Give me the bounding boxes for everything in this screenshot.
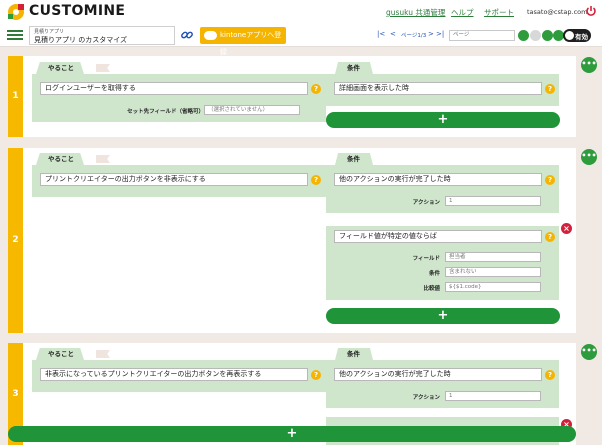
top-bar: CUSTOMINE gusuku 共通管理 ヘルプ サポート tasato@cs… bbox=[0, 0, 602, 24]
condition-tab: 条件 bbox=[335, 153, 373, 165]
param-input[interactable]: 担当者 bbox=[445, 252, 541, 262]
rule-number: 1 bbox=[8, 56, 23, 137]
rule-card: 1 やること ログインユーザーを取得する ? セット先フィールド（省略可） （選… bbox=[8, 56, 576, 137]
toggle-label: 有効 bbox=[575, 33, 588, 41]
set-field-select[interactable]: （選択されていません） bbox=[204, 105, 300, 115]
param-label: フィールド bbox=[412, 256, 440, 262]
user-email[interactable]: tasato@cstap.com bbox=[527, 8, 588, 16]
rule-menu-button[interactable]: ••• bbox=[581, 57, 597, 73]
first-page-button[interactable]: |< bbox=[377, 30, 385, 38]
set-field-label: セット先フィールド（省略可） bbox=[127, 109, 204, 115]
app-name: 見積りアプリ のカスタマイズ bbox=[34, 36, 128, 44]
rule-number: 2 bbox=[8, 148, 23, 333]
help-icon[interactable]: ? bbox=[311, 370, 321, 380]
action-flag-icon bbox=[96, 155, 110, 163]
enabled-toggle[interactable]: 有効 bbox=[563, 29, 591, 42]
condition-select[interactable]: 詳細画面を表示した時 bbox=[334, 82, 542, 95]
register-kintone-button[interactable]: kintoneアプリへ登録 bbox=[200, 27, 286, 56]
remove-icon[interactable] bbox=[530, 30, 541, 41]
page-indicator: ページ1/3 bbox=[401, 33, 427, 39]
param-input[interactable]: 1 bbox=[445, 391, 541, 401]
add-condition-button[interactable]: + bbox=[326, 308, 560, 324]
condition-tab: 条件 bbox=[335, 62, 373, 74]
power-icon[interactable] bbox=[585, 5, 597, 17]
action-flag-icon bbox=[96, 64, 110, 72]
param-input[interactable]: 含まれない bbox=[445, 267, 541, 277]
param-label: 比較値 bbox=[423, 286, 440, 292]
app-small-label: 見積りアプリ bbox=[34, 29, 65, 35]
last-page-button[interactable]: >| bbox=[436, 30, 444, 38]
add-icon[interactable] bbox=[518, 30, 529, 41]
gusuku-admin-link[interactable]: gusuku 共通管理 bbox=[386, 7, 445, 18]
condition-select[interactable]: 他のアクションの実行が完了した時 bbox=[334, 368, 542, 381]
help-icon[interactable]: ? bbox=[311, 84, 321, 94]
action-select[interactable]: ログインユーザーを取得する bbox=[40, 82, 308, 95]
add-rule-button[interactable]: + bbox=[8, 426, 576, 442]
rule-menu-button[interactable]: ••• bbox=[581, 344, 597, 360]
action-tab: やること bbox=[36, 153, 84, 165]
add-condition-button[interactable]: + bbox=[326, 112, 560, 128]
help-link[interactable]: ヘルプ bbox=[451, 7, 474, 18]
param-input[interactable]: 1 bbox=[445, 196, 541, 206]
link-icon[interactable] bbox=[180, 28, 194, 42]
toggle-knob bbox=[565, 31, 574, 40]
rule-menu-button[interactable]: ••• bbox=[581, 149, 597, 165]
action-select[interactable]: プリントクリエイターの出力ボタンを非表示にする bbox=[40, 173, 308, 186]
help-icon[interactable]: ? bbox=[545, 175, 555, 185]
condition-tab: 条件 bbox=[335, 348, 373, 360]
param-label: 条件 bbox=[428, 271, 440, 277]
param-label: アクション bbox=[412, 200, 440, 206]
action-flag-icon bbox=[96, 350, 110, 358]
rule-card: 2 やること プリントクリエイターの出力ボタンを非表示にする ? 条件 他のアク… bbox=[8, 148, 576, 333]
register-kintone-label: kintoneアプリへ登録 bbox=[220, 31, 282, 56]
app-name-box[interactable]: 見積りアプリ 見積りアプリ のカスタマイズ bbox=[29, 26, 175, 45]
edit-icon[interactable] bbox=[542, 30, 553, 41]
toolbar: 見積りアプリ 見積りアプリ のカスタマイズ kintoneアプリへ登録 |< <… bbox=[0, 24, 602, 56]
kintone-cloud-icon bbox=[204, 31, 217, 40]
hamburger-menu-icon[interactable] bbox=[7, 28, 23, 42]
action-select[interactable]: 非表示になっているプリントクリエイターの出力ボタンを再表示する bbox=[40, 368, 308, 381]
support-link[interactable]: サポート bbox=[484, 7, 514, 18]
help-icon[interactable]: ? bbox=[545, 370, 555, 380]
action-tab: やること bbox=[36, 348, 84, 360]
help-icon[interactable]: ? bbox=[545, 232, 555, 242]
condition-select[interactable]: 他のアクションの実行が完了した時 bbox=[334, 173, 542, 186]
next-page-button[interactable]: > bbox=[428, 30, 434, 38]
action-tab: やること bbox=[36, 62, 84, 74]
delete-condition-icon[interactable]: × bbox=[561, 223, 572, 234]
help-icon[interactable]: ? bbox=[311, 175, 321, 185]
customine-logo-icon bbox=[8, 4, 24, 20]
condition-select[interactable]: フィールド値が特定の値ならば bbox=[334, 230, 542, 243]
help-icon[interactable]: ? bbox=[545, 84, 555, 94]
param-label: アクション bbox=[412, 395, 440, 401]
brand-name: CUSTOMINE bbox=[29, 3, 126, 19]
page-jump-input[interactable]: ページ bbox=[449, 30, 515, 41]
prev-page-button[interactable]: < bbox=[390, 30, 396, 38]
param-input[interactable]: ${$1.code} bbox=[445, 282, 541, 292]
